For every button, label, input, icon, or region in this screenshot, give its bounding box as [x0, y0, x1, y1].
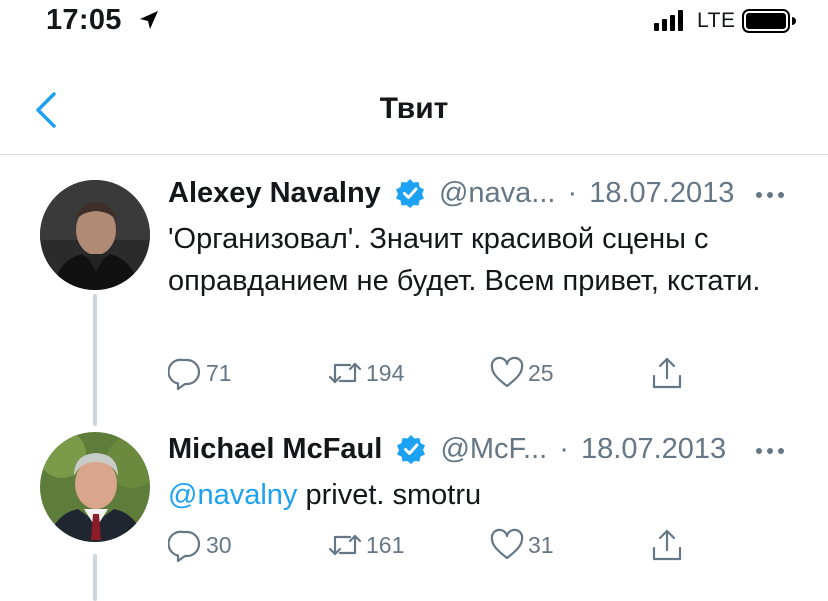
retweet-icon	[328, 534, 362, 556]
reply-icon	[168, 530, 201, 562]
thread-line	[93, 294, 97, 426]
verified-icon	[395, 179, 424, 209]
more-icon[interactable]	[752, 180, 788, 210]
separator-dot: ·	[567, 176, 578, 209]
verified-icon	[397, 435, 426, 465]
thread-line	[93, 554, 97, 601]
tweet-text: @navalny privet. smotru	[168, 474, 808, 516]
like-count: 31	[528, 532, 554, 558]
tweet[interactable]: Alexey Navalny @nava... · 18.07.2013 'Ор…	[0, 174, 828, 426]
signal-icon	[654, 10, 683, 31]
author-name[interactable]: Michael McFaul	[168, 433, 382, 466]
nav-bar: Твит	[0, 80, 828, 155]
battery-icon	[742, 9, 796, 33]
reply-icon	[168, 358, 201, 390]
avatar[interactable]	[40, 180, 150, 290]
retweet-count: 194	[366, 360, 405, 386]
page-title: Твит	[379, 92, 449, 125]
author-name[interactable]: Alexey Navalny	[168, 177, 381, 210]
status-bar: 17:05 LTE	[0, 0, 828, 44]
tweet-text-body: privet. smotru	[297, 479, 482, 511]
like-count: 25	[528, 360, 554, 386]
like-icon	[490, 356, 524, 388]
location-arrow-icon	[140, 11, 158, 29]
tweet-text: 'Организовал'. Значит красивой сцены с о…	[168, 218, 808, 302]
reply-count: 71	[206, 360, 232, 386]
reply-count: 30	[206, 532, 232, 558]
tweet[interactable]: Michael McFaul @McF... · 18.07.2013 @nav…	[0, 430, 828, 601]
mention-link[interactable]: @navalny	[168, 479, 297, 511]
tweet-header: Alexey Navalny @nava... · 18.07.2013	[168, 176, 734, 216]
like-icon	[490, 528, 524, 560]
status-time: 17:05	[46, 4, 122, 36]
tweet-text-body: 'Организовал'. Значит красивой сцены с о…	[168, 223, 761, 297]
separator-dot: ·	[559, 432, 569, 465]
network-label: LTE	[697, 9, 736, 32]
retweet-icon	[328, 362, 362, 384]
more-icon[interactable]	[752, 436, 788, 466]
tweet-date[interactable]: 18.07.2013	[581, 433, 726, 466]
retweet-count: 161	[366, 532, 405, 558]
author-handle[interactable]: @McF...	[440, 433, 547, 466]
share-icon	[652, 357, 682, 389]
tweet-header: Michael McFaul @McF... · 18.07.2013	[168, 432, 726, 472]
author-handle[interactable]: @nava...	[439, 177, 556, 210]
tweet-date[interactable]: 18.07.2013	[589, 177, 734, 210]
avatar[interactable]	[40, 432, 150, 542]
share-icon	[652, 529, 682, 561]
